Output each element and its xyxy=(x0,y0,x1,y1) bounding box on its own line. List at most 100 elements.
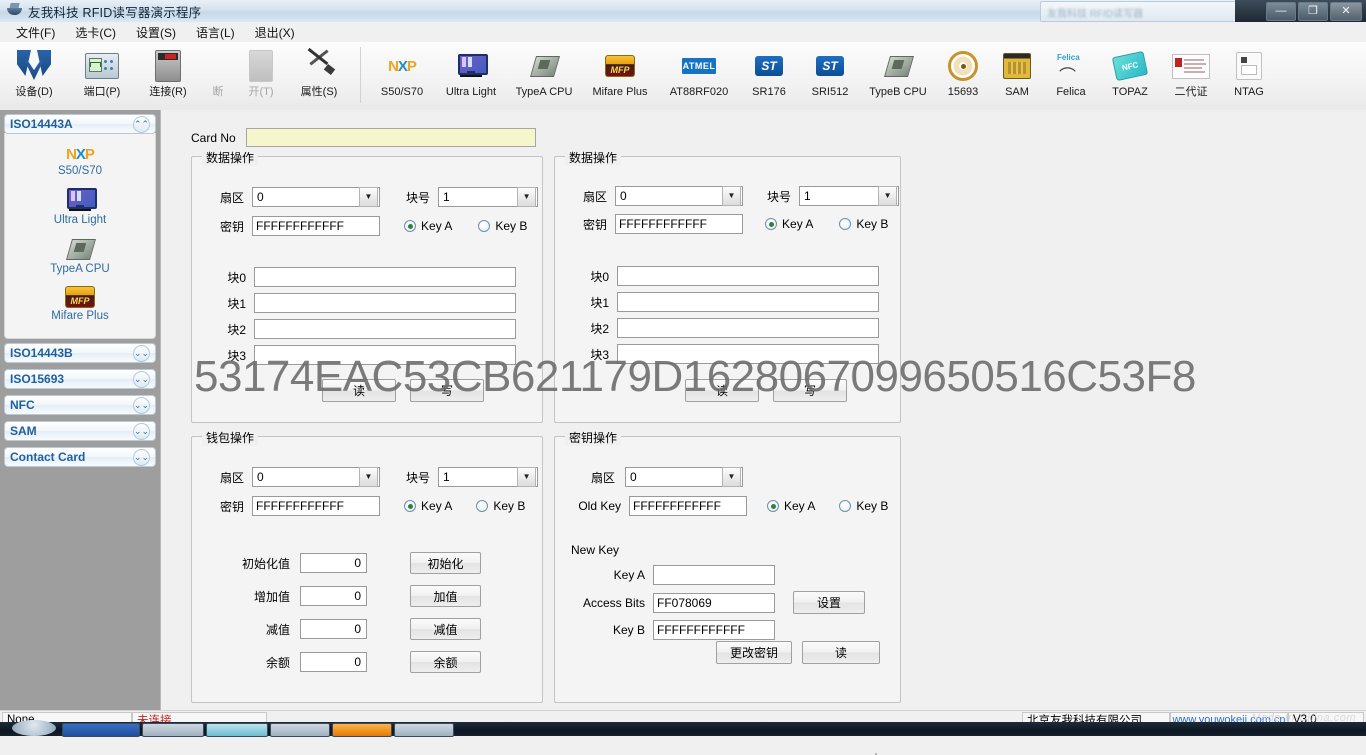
taskbar-item[interactable] xyxy=(62,723,140,737)
set-button[interactable]: 设置 xyxy=(793,591,865,614)
sector-select-left[interactable]: 0 ▼ xyxy=(252,187,380,207)
toolbar-button-ultra-light[interactable]: Ultra Light xyxy=(435,45,507,109)
toolbar-button-properties[interactable]: 属性(S) xyxy=(286,45,352,109)
toolbar-button-15693[interactable]: 15693 xyxy=(935,45,991,109)
sidebar-item-ultra-light[interactable]: Ultra Light xyxy=(5,183,155,232)
key-input-left[interactable]: FFFFFFFFFFFF xyxy=(252,216,380,236)
toolbar-button-s50-s70[interactable]: NXP S50/S70 xyxy=(369,45,435,109)
key-input-right[interactable]: FFFFFFFFFFFF xyxy=(615,214,743,234)
block-select-wallet[interactable]: 1 ▼ xyxy=(438,467,538,487)
block-input-2-left[interactable] xyxy=(254,319,516,339)
radio-key-b-keyop[interactable]: Key B xyxy=(839,499,888,513)
radio-key-a-left[interactable]: Key A xyxy=(404,219,452,233)
radio-key-b-right[interactable]: Key B xyxy=(839,217,888,231)
wallet-button-decrement[interactable]: 减值 xyxy=(410,618,481,640)
taskbar-item[interactable] xyxy=(206,723,268,737)
menu-language[interactable]: 语言(L) xyxy=(186,22,245,43)
chevron-up-icon[interactable]: ⌃⌃ xyxy=(133,116,150,133)
toolbar-button-port[interactable]: 端口(P) xyxy=(68,45,136,109)
taskbar-item[interactable] xyxy=(142,723,204,737)
chevron-down-icon[interactable]: ⌄⌄ xyxy=(133,345,150,362)
wallet-button-init[interactable]: 初始化 xyxy=(410,552,481,574)
read-button-keyop[interactable]: 读 xyxy=(802,641,880,664)
read-button-left[interactable]: 读 xyxy=(322,379,396,402)
sidebar-group-nfc[interactable]: NFC ⌄⌄ xyxy=(4,395,156,415)
toolbar-button-felica[interactable]: Felica⌒ Felica xyxy=(1043,45,1099,109)
wallet-input-balance[interactable]: 0 xyxy=(300,652,367,672)
maximize-button[interactable]: ❐ xyxy=(1298,2,1328,21)
block-input-1-left[interactable] xyxy=(254,293,516,313)
old-key-input[interactable]: FFFFFFFFFFFF xyxy=(629,496,747,516)
new-key-b-input[interactable]: FFFFFFFFFFFF xyxy=(653,620,775,640)
sector-select-key[interactable]: 0 ▼ xyxy=(625,467,743,487)
toolbar-button-sr176[interactable]: ST SR176 xyxy=(739,45,799,109)
toolbar-button-sam[interactable]: SAM xyxy=(991,45,1043,109)
toolbar-button-connect[interactable]: 连接(R) xyxy=(136,45,200,109)
toolbar-button-mifare-plus[interactable]: MFP Mifare Plus xyxy=(581,45,659,109)
block-input-3-left[interactable] xyxy=(254,345,516,365)
block-select-right[interactable]: 1 ▼ xyxy=(799,186,899,206)
sector-select-right[interactable]: 0 ▼ xyxy=(615,186,743,206)
radio-key-a-wallet[interactable]: Key A xyxy=(404,499,452,513)
wallet-input-decrement[interactable]: 0 xyxy=(300,619,367,639)
taskbar-item[interactable] xyxy=(270,723,330,737)
taskbar-item[interactable] xyxy=(394,723,454,737)
wallet-input-init[interactable]: 0 xyxy=(300,553,367,573)
access-bits-input[interactable]: FF078069 xyxy=(653,593,775,613)
block-input-0-right[interactable] xyxy=(617,266,879,286)
radio-key-b-left[interactable]: Key B xyxy=(478,219,527,233)
toolbar-button-typeb-cpu[interactable]: TypeB CPU xyxy=(861,45,935,109)
toolbar-button-at88rf020[interactable]: ATMEL AT88RF020 xyxy=(659,45,739,109)
start-button-icon[interactable] xyxy=(12,720,56,736)
new-key-a-input[interactable] xyxy=(653,565,775,585)
sidebar-group-iso14443a[interactable]: ISO14443A ⌃⌃ xyxy=(4,114,156,134)
toolbar-button-sri512[interactable]: ST SRI512 xyxy=(799,45,861,109)
sidebar-group-sam[interactable]: SAM ⌄⌄ xyxy=(4,421,156,441)
close-button[interactable]: ✕ xyxy=(1330,2,1362,21)
chevron-down-icon[interactable]: ⌄⌄ xyxy=(133,397,150,414)
menu-select-card[interactable]: 选卡(C) xyxy=(65,22,126,43)
menu-file[interactable]: 文件(F) xyxy=(6,22,65,43)
block-input-1-right[interactable] xyxy=(617,292,879,312)
key-input-wallet[interactable]: FFFFFFFFFFFF xyxy=(252,496,380,516)
chevron-down-icon[interactable]: ▼ xyxy=(517,187,536,207)
block-input-2-right[interactable] xyxy=(617,318,879,338)
change-key-button[interactable]: 更改密钥 xyxy=(716,641,792,664)
write-button-left[interactable]: 写 xyxy=(410,379,484,402)
chevron-down-icon[interactable]: ▼ xyxy=(722,467,741,487)
sidebar-item-mifare-plus[interactable]: MFP Mifare Plus xyxy=(5,281,155,328)
radio-key-a-keyop[interactable]: Key A xyxy=(767,499,815,513)
chevron-down-icon[interactable]: ⌄⌄ xyxy=(133,371,150,388)
sidebar-group-iso14443b[interactable]: ISO14443B ⌄⌄ xyxy=(4,343,156,363)
toolbar-button-ntag[interactable]: NTAG xyxy=(1221,45,1277,109)
read-button-right[interactable]: 读 xyxy=(685,379,759,402)
toolbar-button-typea-cpu[interactable]: TypeA CPU xyxy=(507,45,581,109)
wallet-button-increment[interactable]: 加值 xyxy=(410,585,481,607)
sector-select-wallet[interactable]: 0 ▼ xyxy=(252,467,380,487)
wallet-input-increment[interactable]: 0 xyxy=(300,586,367,606)
card-no-input[interactable] xyxy=(246,128,536,147)
toolbar-button-topaz[interactable]: NFC TOPAZ xyxy=(1099,45,1161,109)
chevron-down-icon[interactable]: ▼ xyxy=(359,187,378,207)
chevron-down-icon[interactable]: ▼ xyxy=(722,186,741,206)
radio-key-b-wallet[interactable]: Key B xyxy=(476,499,525,513)
toolbar-button-device[interactable]: 设备(D) xyxy=(0,45,68,109)
block-input-0-left[interactable] xyxy=(254,267,516,287)
taskbar-item[interactable] xyxy=(332,723,392,737)
block-input-3-right[interactable] xyxy=(617,344,879,364)
toolbar-button-id-card[interactable]: 二代证 xyxy=(1161,45,1221,109)
menu-settings[interactable]: 设置(S) xyxy=(126,22,186,43)
wallet-button-balance[interactable]: 余额 xyxy=(410,651,481,673)
chevron-down-icon[interactable]: ⌄⌄ xyxy=(133,423,150,440)
menu-exit[interactable]: 退出(X) xyxy=(245,22,305,43)
block-select-left[interactable]: 1 ▼ xyxy=(438,187,538,207)
chevron-down-icon[interactable]: ⌄⌄ xyxy=(133,449,150,466)
chevron-down-icon[interactable]: ▼ xyxy=(878,186,897,206)
minimize-button[interactable]: — xyxy=(1266,2,1296,21)
sidebar-item-s50-s70[interactable]: NXP S50/S70 xyxy=(5,141,155,183)
sidebar-group-iso15693[interactable]: ISO15693 ⌄⌄ xyxy=(4,369,156,389)
sidebar-item-typea-cpu[interactable]: TypeA CPU xyxy=(5,232,155,281)
sidebar-group-contact-card[interactable]: Contact Card ⌄⌄ xyxy=(4,447,156,467)
radio-key-a-right[interactable]: Key A xyxy=(765,217,813,231)
chevron-down-icon[interactable]: ▼ xyxy=(517,467,536,487)
